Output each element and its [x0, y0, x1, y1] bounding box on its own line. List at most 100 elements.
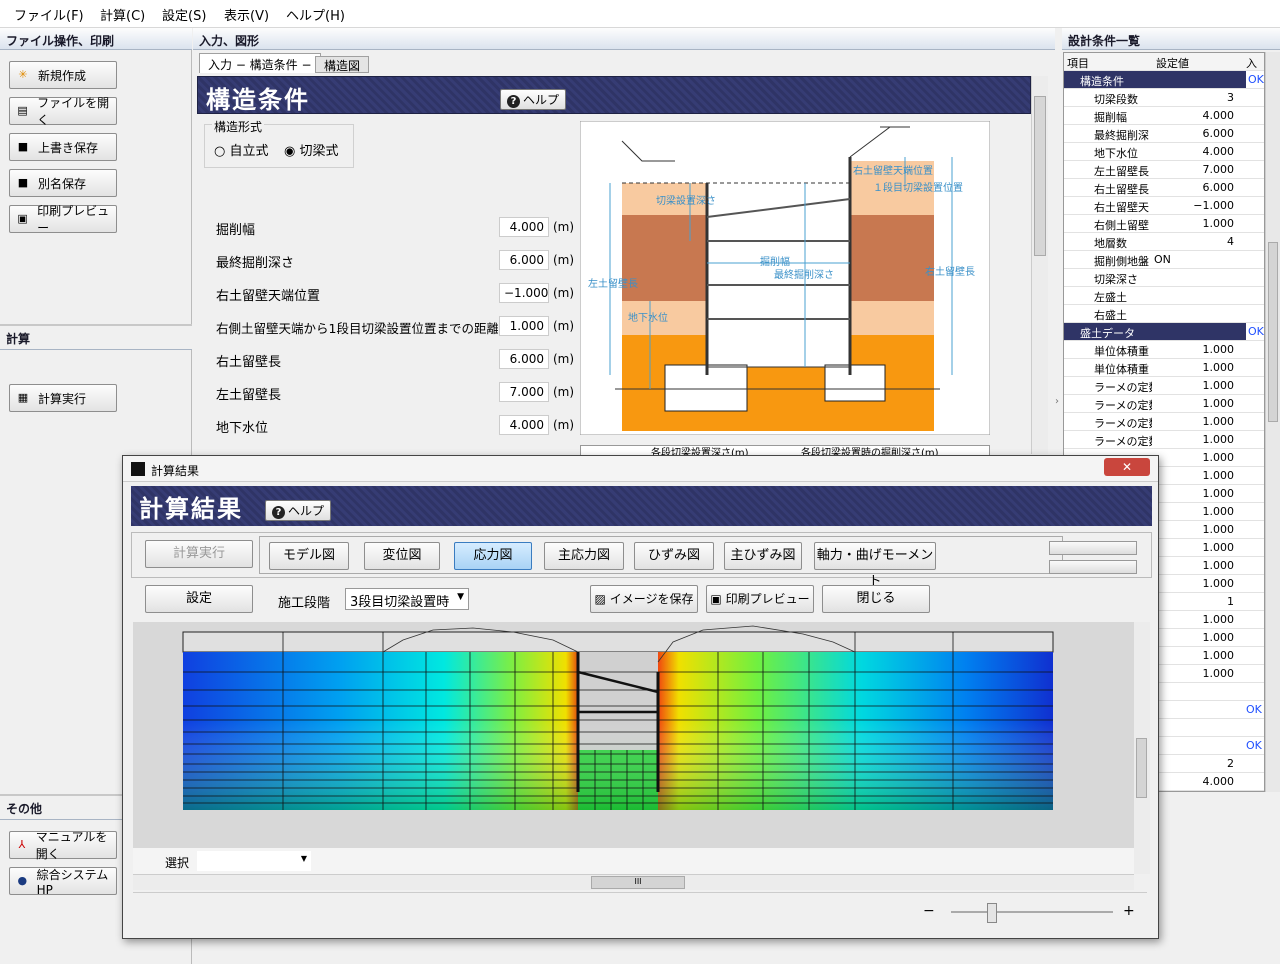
blank-button-2[interactable]	[1049, 560, 1137, 574]
model-view-button[interactable]: モデル図	[269, 542, 349, 570]
print-preview-label: 印刷プレビュー	[37, 204, 110, 235]
displacement-view-button[interactable]: 変位図	[364, 542, 440, 570]
field-label-strut-distance: 右側土留壁天端から1段目切梁設置位置までの距離	[216, 321, 498, 336]
principal-stress-button[interactable]: 主応力図	[544, 542, 624, 570]
grid-row[interactable]: 右土留壁長 6.000	[1064, 179, 1264, 197]
grid-scrollbar-thumb[interactable]	[1268, 242, 1278, 422]
help-label: ヘルプ	[523, 93, 560, 107]
field-strut-distance-input[interactable]: 1.000	[499, 316, 549, 336]
new-label: 新規作成	[38, 68, 87, 83]
save-as-button[interactable]: ■ 別名保存	[9, 169, 117, 197]
grid-row[interactable]: 切梁段数 3	[1064, 89, 1264, 107]
save-image-label: イメージを保存	[609, 592, 694, 606]
dialog-help-button[interactable]: ? ヘルプ	[265, 500, 332, 521]
zoom-slider-track[interactable]	[951, 911, 1113, 913]
grid-value: 1.000	[1202, 541, 1235, 554]
tab-structure-conditions[interactable]: 入力 − 構造条件 −	[199, 53, 321, 73]
grid-row[interactable]: ラーメの定数 1.000	[1064, 413, 1264, 431]
grid-row[interactable]: ラーメの定数 1.000	[1064, 377, 1264, 395]
form-scrollbar[interactable]	[1031, 76, 1048, 454]
save-label: 上書き保存	[38, 140, 99, 155]
zoom-out-icon[interactable]: −	[923, 903, 935, 919]
manual-button[interactable]: ⅄ マニュアルを開く	[9, 830, 117, 861]
blank-button-1[interactable]	[1049, 541, 1137, 555]
grid-row[interactable]: 右側土留壁 1.000	[1064, 215, 1264, 233]
grid-row[interactable]: ラーメの定数 1.000	[1064, 395, 1264, 413]
dialog-calc-button[interactable]: 計算実行	[145, 540, 253, 568]
dialog-header-title: 計算結果	[139, 495, 243, 523]
grid-row[interactable]: ラーメの定数 1.000	[1064, 431, 1264, 449]
settings-button[interactable]: 設定	[145, 585, 253, 613]
menu-bar: ファイル(F) 計算(C) 設定(S) 表示(V) ヘルプ(H)	[0, 0, 1280, 28]
grid-value: 1.000	[1202, 433, 1235, 446]
stage-value: 3段目切梁設置時	[350, 595, 450, 610]
grid-value: 6.000	[1202, 181, 1235, 194]
close-button[interactable]: 閉じる	[822, 585, 930, 613]
tab-structure-diagram[interactable]: 構造図	[315, 56, 370, 73]
homepage-button[interactable]: ● 綜合システムHP	[9, 867, 117, 897]
plot-vscroll[interactable]	[1134, 622, 1150, 874]
dialog-window-title: 計算結果	[151, 464, 200, 478]
save-button[interactable]: ■ 上書き保存	[9, 133, 117, 161]
field-depth-input[interactable]: 6.000	[499, 250, 549, 270]
grid-key: 最終掘削深	[1094, 129, 1149, 142]
help-button[interactable]: ? ヘルプ	[500, 89, 567, 110]
zoom-slider-thumb[interactable]	[987, 903, 997, 923]
menu-settings[interactable]: 設定(S)	[162, 5, 206, 24]
grid-scrollbar[interactable]	[1265, 52, 1280, 792]
dialog-help-label: ヘルプ	[288, 504, 325, 518]
grid-row[interactable]: 最終掘削深 6.000	[1064, 125, 1264, 143]
field-left-wall-input[interactable]: 7.000	[499, 382, 549, 402]
grid-row[interactable]: 掘削幅 4.000	[1064, 107, 1264, 125]
grid-row[interactable]: 掘削側地盤 ON	[1064, 251, 1264, 269]
open-button[interactable]: ▤ ファイルを開く	[9, 96, 117, 127]
close-icon[interactable]: ✕	[1104, 458, 1150, 476]
plot-hscroll[interactable]: III	[133, 874, 1134, 890]
field-right-wall-input[interactable]: 6.000	[499, 349, 549, 369]
zoom-in-icon[interactable]: +	[1123, 903, 1135, 919]
select-dropdown[interactable]: ▼	[197, 851, 311, 871]
radio-self-standing[interactable]: ○ 自立式	[214, 140, 269, 159]
plot-hscroll-thumb[interactable]: III	[591, 876, 685, 889]
diagram-label-final-depth: 最終掘削深さ	[774, 268, 834, 281]
grid-row[interactable]: 地下水位 4.000	[1064, 143, 1264, 161]
grid-group-row[interactable]: 構造条件 OK	[1064, 71, 1264, 89]
dialog-print-button[interactable]: ▣ 印刷プレビュー	[706, 585, 814, 613]
stage-select[interactable]: 3段目切梁設置時 ▼	[345, 588, 469, 610]
col-value: 設定値	[1156, 57, 1189, 70]
grid-row[interactable]: 地層数 4	[1064, 233, 1264, 251]
menu-file[interactable]: ファイル(F)	[14, 5, 84, 24]
print-preview-button[interactable]: ▣ 印刷プレビュー	[9, 204, 117, 235]
plot-vscroll-thumb[interactable]	[1136, 738, 1147, 798]
menu-view[interactable]: 表示(V)	[224, 5, 269, 24]
stress-view-button[interactable]: 応力図	[454, 542, 532, 570]
field-groundwater-input[interactable]: 4.000	[499, 415, 549, 435]
strain-view-button[interactable]: ひずみ図	[634, 542, 714, 570]
principal-strain-button[interactable]: 主ひずみ図	[724, 542, 802, 570]
design-list-header: 設計条件一覧	[1062, 28, 1280, 50]
grid-value: 1	[1227, 595, 1234, 608]
axial-moment-button[interactable]: 軸力・曲げモーメント	[814, 542, 936, 589]
open-icon: ▤	[17, 104, 28, 117]
grid-row[interactable]: 右盛土	[1064, 305, 1264, 323]
save-image-button[interactable]: ▨ イメージを保存	[590, 585, 698, 613]
grid-row[interactable]: 単位体積重 1.000	[1064, 341, 1264, 359]
grid-row[interactable]: 単位体積重 1.000	[1064, 359, 1264, 377]
grid-group-row[interactable]: 盛土データ OK	[1064, 323, 1264, 341]
field-right-top-input[interactable]: −1.000	[499, 283, 549, 303]
menu-calc[interactable]: 計算(C)	[100, 5, 145, 24]
radio-strut[interactable]: ◉ 切梁式	[284, 140, 339, 159]
calc-run-button[interactable]: ▦ 計算実行	[9, 384, 117, 412]
grid-row[interactable]: 左盛土	[1064, 287, 1264, 305]
field-width-input[interactable]: 4.000	[499, 217, 549, 237]
menu-help[interactable]: ヘルプ(H)	[286, 5, 345, 24]
diagram-label-right-wall: 右土留壁長	[925, 265, 975, 278]
new-button[interactable]: ✳ 新規作成	[9, 61, 117, 89]
splitter-arrow-icon[interactable]: ›	[1055, 396, 1063, 416]
form-scrollbar-thumb[interactable]	[1034, 96, 1046, 256]
grid-row[interactable]: 左土留壁長 7.000	[1064, 161, 1264, 179]
grid-row[interactable]: 右土留壁天 −1.000	[1064, 197, 1264, 215]
field-label-groundwater: 地下水位	[216, 421, 269, 436]
grid-row[interactable]: 切梁深さ	[1064, 269, 1264, 287]
grid-value: 1.000	[1202, 649, 1235, 662]
